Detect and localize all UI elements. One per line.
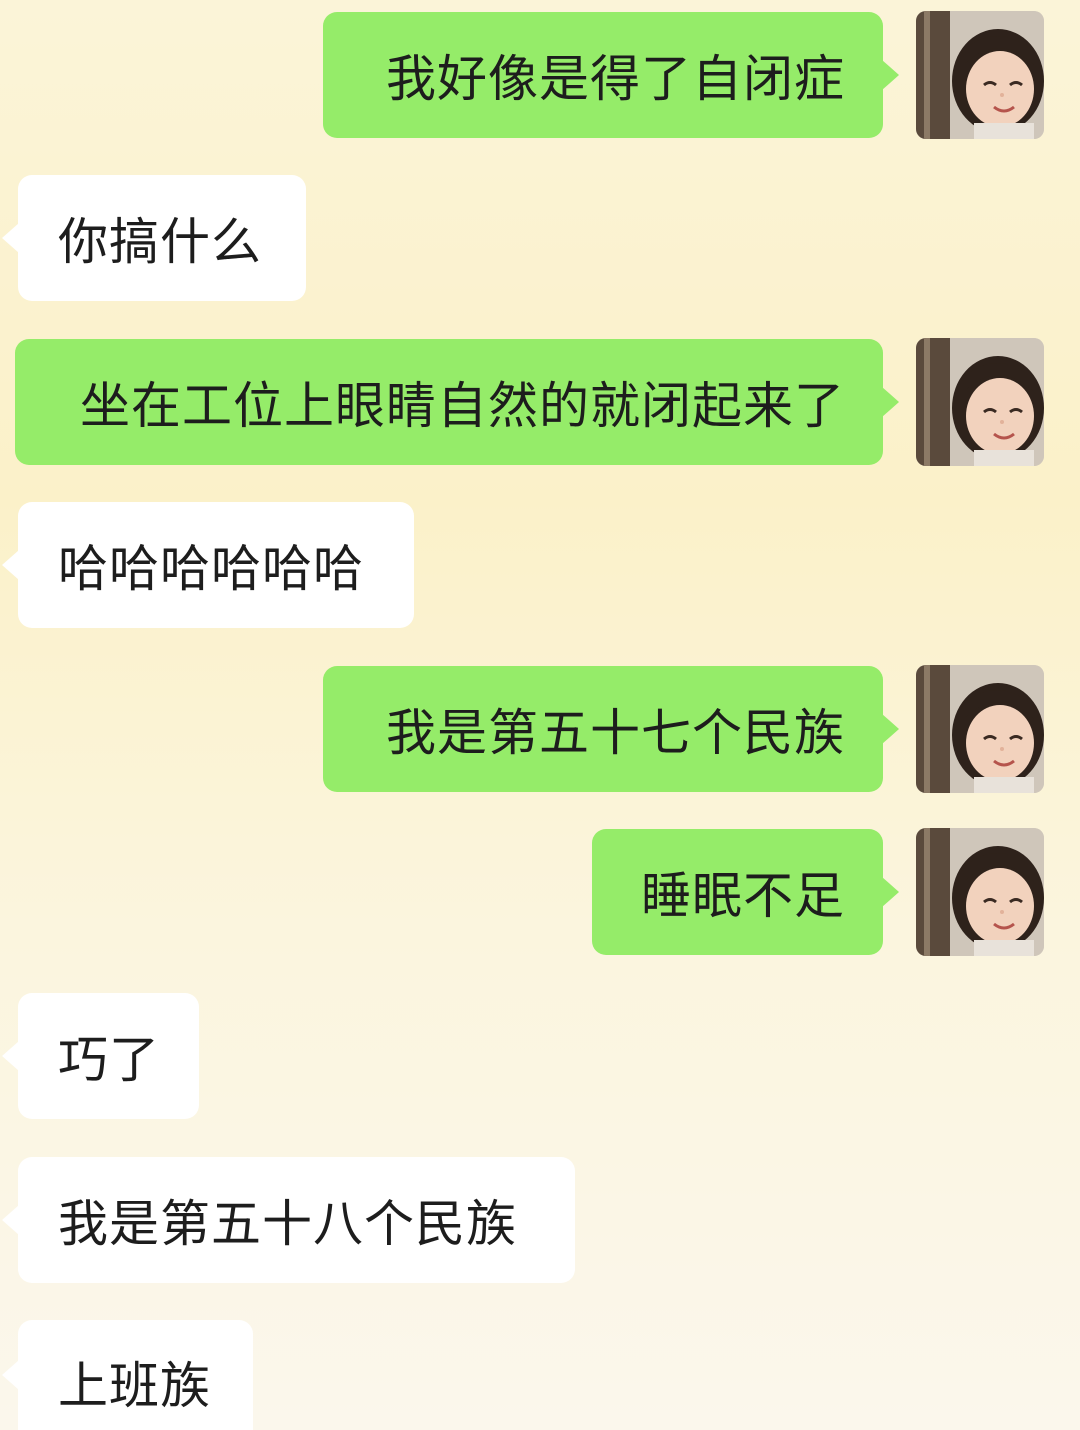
girl-photo-avatar-icon[interactable] <box>916 338 1044 466</box>
message-text: 巧了 <box>58 1031 160 1089</box>
message-text: 坐在工位上眼睛自然的就闭起来了 <box>80 377 845 435</box>
sent-message-bubble[interactable]: 坐在工位上眼睛自然的就闭起来了 <box>15 339 899 465</box>
message-text: 哈哈哈哈哈哈 <box>58 540 364 598</box>
message-text: 我是第五十七个民族 <box>386 704 845 762</box>
message-text: 你搞什么 <box>58 213 262 271</box>
sent-message-bubble[interactable]: 我是第五十七个民族 <box>323 666 899 792</box>
girl-photo-avatar-icon[interactable] <box>916 665 1044 793</box>
girl-photo-avatar-icon[interactable] <box>916 11 1044 139</box>
received-message-bubble[interactable]: 上班族 <box>2 1320 253 1430</box>
received-message-bubble[interactable]: 哈哈哈哈哈哈 <box>2 502 414 628</box>
chat-background: 我好像是得了自闭症 你搞什么 坐在工位上眼睛自然的就闭起来了 哈哈哈哈哈哈 我是… <box>0 0 1080 1430</box>
girl-photo-avatar-icon[interactable] <box>916 828 1044 956</box>
received-message-bubble[interactable]: 巧了 <box>2 993 199 1119</box>
message-text: 睡眠不足 <box>641 867 845 925</box>
sent-message-bubble[interactable]: 我好像是得了自闭症 <box>323 12 899 138</box>
message-text: 我是第五十八个民族 <box>58 1195 517 1253</box>
received-message-bubble[interactable]: 你搞什么 <box>2 175 306 301</box>
message-text: 上班族 <box>58 1357 211 1415</box>
received-message-bubble[interactable]: 我是第五十八个民族 <box>2 1157 575 1283</box>
message-text: 我好像是得了自闭症 <box>386 50 845 108</box>
sent-message-bubble[interactable]: 睡眠不足 <box>592 829 899 955</box>
